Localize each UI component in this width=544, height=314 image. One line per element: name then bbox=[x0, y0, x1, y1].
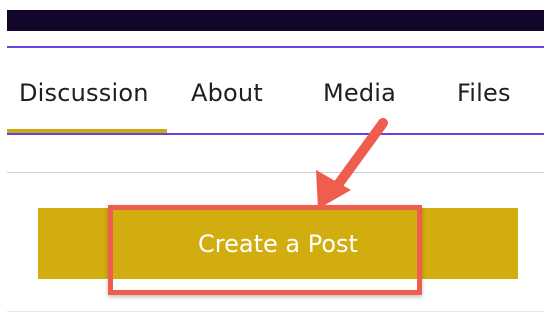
tab-discussion[interactable]: Discussion bbox=[19, 72, 149, 114]
tab-media[interactable]: Media bbox=[323, 72, 396, 114]
tab-files[interactable]: Files bbox=[457, 72, 511, 114]
top-bar bbox=[7, 10, 544, 31]
top-bar-divider bbox=[7, 46, 544, 48]
create-post-label: Create a Post bbox=[198, 229, 358, 258]
create-post-button[interactable]: Create a Post bbox=[38, 208, 518, 279]
tab-about[interactable]: About bbox=[191, 72, 263, 114]
section-divider bbox=[7, 172, 544, 173]
bottom-divider bbox=[7, 311, 544, 312]
tab-bar: Discussion About Media Files bbox=[7, 72, 544, 114]
tab-bar-divider bbox=[7, 133, 544, 135]
page: Discussion About Media Files Create a Po… bbox=[0, 0, 544, 314]
